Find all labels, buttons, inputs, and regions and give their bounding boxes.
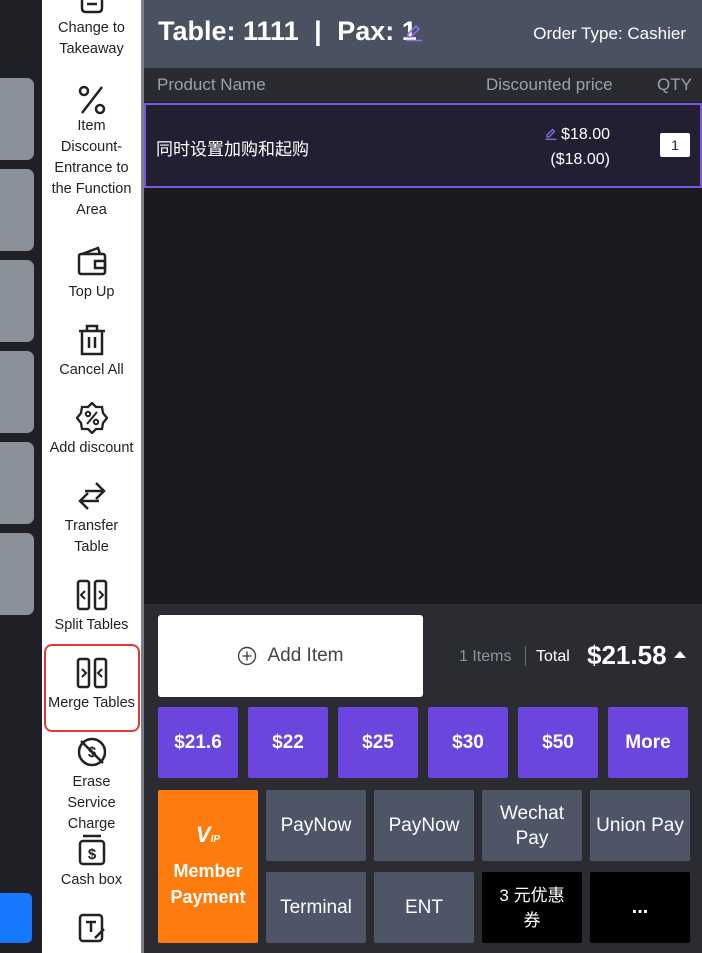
quantity-box[interactable]: 1 (660, 133, 690, 157)
split-tables-button[interactable]: Split Tables (42, 579, 141, 636)
split-tables-icon (76, 579, 107, 611)
merge-tables-highlight (44, 644, 140, 732)
quick-amount-button[interactable]: $22 (248, 707, 328, 778)
expand-total-caret-icon[interactable] (674, 651, 686, 658)
summary-divider (525, 646, 526, 666)
title-separator: | (314, 16, 322, 46)
table-card[interactable] (0, 442, 34, 524)
items-count: 1 Items (459, 648, 512, 665)
erase-charge-icon: $ (77, 737, 106, 767)
sidebar-item-label: Cancel All (59, 362, 124, 378)
cash-box-button[interactable]: $ Cash box (42, 834, 141, 891)
function-sidebar: Change to Takeaway Item Discount-Entranc… (42, 0, 141, 953)
svg-text:$: $ (87, 846, 96, 863)
trash-icon (78, 324, 105, 356)
add-item-label: Add Item (267, 645, 344, 666)
union-pay-button[interactable]: Union Pay (590, 790, 690, 861)
original-price: ($18.00) (550, 151, 610, 168)
product-price: $18.00 ($18.00) (545, 122, 610, 172)
more-amounts-button[interactable]: More (608, 707, 688, 778)
coupon-button[interactable]: 3 元优惠券 (482, 872, 582, 943)
discounted-price: $18.00 (561, 126, 610, 143)
sidebar-item-label: Add discount (49, 440, 134, 456)
quick-amount-button[interactable]: $21.6 (158, 707, 238, 778)
quick-amount-button[interactable]: $25 (338, 707, 418, 778)
vip-mark-sub: IP (210, 834, 221, 845)
cancel-all-button[interactable]: Cancel All (42, 324, 141, 381)
left-panel-strip (0, 0, 42, 953)
sidebar-item-label: Erase Service Charge (67, 774, 116, 832)
column-product-name: Product Name (157, 75, 266, 94)
wallet-icon (77, 246, 106, 276)
table-card[interactable] (0, 533, 34, 615)
sidebar-item-label: Cash box (60, 872, 123, 888)
ent-button[interactable]: ENT (374, 872, 474, 943)
edit-note-icon (78, 913, 105, 943)
page-title: Table: 1111 | Pax: 1 (158, 16, 417, 47)
blue-action-button[interactable] (0, 893, 32, 943)
table-card[interactable] (0, 78, 34, 160)
erase-service-charge-button[interactable]: $ Erase Service Charge (42, 736, 141, 835)
table-card[interactable] (0, 260, 34, 342)
total-label: Total (536, 648, 570, 665)
item-discount-button[interactable]: Item Discount-Entrance to the Function A… (42, 84, 141, 221)
plus-circle-icon (238, 646, 257, 666)
terminal-button[interactable]: Terminal (266, 872, 366, 943)
cash-box-icon: $ (78, 834, 105, 866)
sidebar-item-label: Transfer Table (64, 518, 119, 555)
table-card[interactable] (0, 351, 34, 433)
transfer-arrows-icon (77, 482, 106, 510)
column-discounted-price: Discounted price (486, 75, 613, 94)
sidebar-item-label: Split Tables (54, 617, 129, 633)
sidebar-item-label: Item Discount-Entrance to the Function A… (51, 118, 132, 218)
transfer-table-button[interactable]: Transfer Table (42, 480, 141, 558)
vip-mark: V (195, 822, 211, 847)
add-item-button[interactable]: Add Item (158, 615, 423, 697)
quick-amount-button[interactable]: $50 (518, 707, 598, 778)
discount-badge-icon (75, 402, 108, 434)
add-discount-button[interactable]: Add discount (42, 402, 141, 459)
sidebar-item-label: Change to Takeaway (58, 20, 125, 57)
order-panel: Table: 1111 | Pax: 1 Order Type: Cashier… (144, 0, 702, 953)
takeaway-icon (80, 0, 103, 14)
order-type: Order Type: Cashier (533, 24, 686, 43)
payment-panel: Add Item 1 Items Total $21.58 $21.6 $22 … (144, 604, 702, 953)
order-header: Table: 1111 | Pax: 1 Order Type: Cashier (144, 0, 702, 68)
percent-icon (78, 85, 105, 115)
wechat-pay-button[interactable]: Wechat Pay (482, 790, 582, 861)
more-payment-button[interactable]: ... (590, 872, 690, 943)
product-name: 同时设置加购和起购 (156, 140, 309, 159)
table-label: Table: 1111 (158, 16, 299, 46)
top-up-button[interactable]: Top Up (42, 246, 141, 303)
vip-icon: VIP (196, 823, 220, 852)
quick-amount-button[interactable]: $30 (428, 707, 508, 778)
table-card[interactable] (0, 169, 34, 251)
paynow-button[interactable]: PayNow (374, 790, 474, 861)
edit-pax-icon[interactable] (405, 24, 423, 42)
order-item-row[interactable]: 同时设置加购和起购 $18.00 ($18.00) 1 (144, 103, 702, 188)
member-payment-button[interactable]: VIP Member Payment (158, 790, 258, 943)
member-payment-label: Member Payment (170, 861, 246, 907)
change-to-takeaway-button[interactable]: Change to Takeaway (42, 0, 141, 60)
edit-note-button[interactable] (42, 912, 141, 944)
total-value[interactable]: $21.58 (587, 640, 667, 671)
column-qty: QTY (657, 75, 692, 94)
edit-price-icon[interactable] (545, 128, 557, 140)
sidebar-item-label: Top Up (68, 284, 115, 300)
paynow-button[interactable]: PayNow (266, 790, 366, 861)
column-header: Product Name Discounted price QTY (144, 68, 702, 102)
